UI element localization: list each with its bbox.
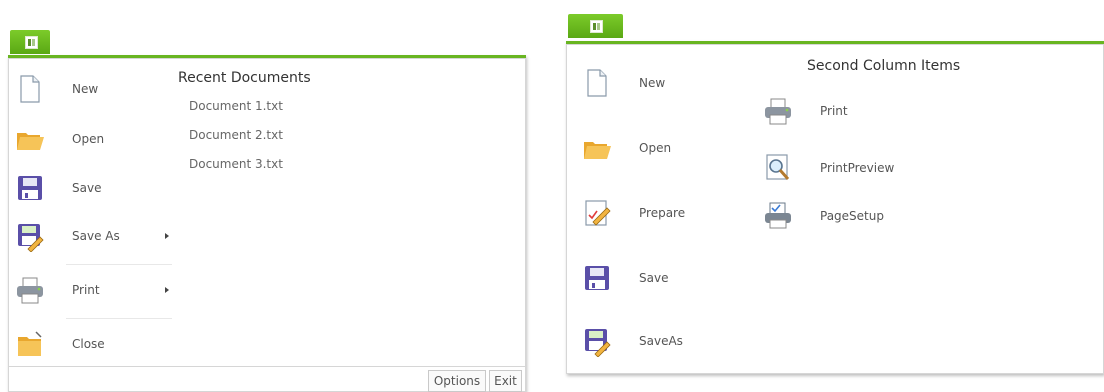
menu-item-open[interactable]: Open — [581, 131, 671, 165]
menu-item-new[interactable]: New — [14, 72, 98, 106]
application-menu-icon — [590, 20, 603, 33]
new-document-icon — [14, 73, 46, 105]
menu-item-print[interactable]: Print — [14, 273, 174, 307]
application-menu-panel: New Open Prepare Save SaveAs Second Colu… — [566, 41, 1104, 374]
chevron-right-icon — [165, 233, 169, 239]
new-document-icon — [581, 67, 613, 99]
menu-footer-divider — [9, 366, 525, 367]
menu-item-close[interactable]: Close — [14, 327, 105, 361]
menu-item-prepare[interactable]: Prepare — [581, 196, 685, 230]
menu-separator — [66, 318, 172, 319]
recent-document-item[interactable]: Document 3.txt — [189, 157, 283, 171]
menu-item-label: PrintPreview — [820, 161, 895, 175]
menu-item-print[interactable]: Print — [762, 94, 848, 128]
menu-item-label: New — [72, 82, 99, 96]
menu-separator — [66, 264, 172, 265]
menu-item-save-as[interactable]: Save As — [14, 219, 174, 253]
menu-item-save-as[interactable]: SaveAs — [581, 324, 683, 358]
menu-item-label: Save — [72, 181, 102, 195]
menu-item-new[interactable]: New — [581, 66, 665, 100]
menu-item-open[interactable]: Open — [14, 122, 104, 156]
menu-item-label: Close — [72, 337, 105, 351]
application-menu-button[interactable] — [10, 30, 50, 54]
menu-item-label: SaveAs — [639, 334, 683, 348]
save-icon — [14, 172, 46, 204]
close-folder-icon — [14, 328, 46, 360]
menu-item-label: Open — [72, 132, 105, 146]
application-menu-icon — [25, 36, 38, 49]
menu-item-label: Save As — [72, 229, 120, 243]
recent-documents-title: Recent Documents — [178, 70, 311, 86]
recent-document-item[interactable]: Document 1.txt — [189, 99, 283, 113]
open-folder-icon — [581, 132, 613, 164]
chevron-right-icon — [165, 287, 169, 293]
save-as-icon — [14, 220, 46, 253]
prepare-icon — [581, 197, 613, 229]
application-menu-button[interactable] — [568, 14, 623, 38]
open-folder-icon — [14, 123, 46, 155]
recent-document-item[interactable]: Document 2.txt — [189, 128, 283, 142]
options-button[interactable]: Options — [428, 370, 486, 392]
second-column-title: Second Column Items — [807, 58, 961, 74]
menu-item-page-setup[interactable]: PageSetup — [762, 199, 884, 233]
page-setup-icon — [762, 200, 794, 232]
exit-button[interactable]: Exit — [489, 370, 522, 392]
printer-icon — [762, 95, 794, 127]
save-icon — [581, 262, 613, 294]
application-menu-panel: New Open Save Save As Print Close Recent — [8, 55, 526, 392]
save-as-icon — [581, 325, 613, 358]
menu-item-print-preview[interactable]: PrintPreview — [762, 151, 894, 185]
menu-item-label: Save — [639, 271, 669, 285]
menu-item-save[interactable]: Save — [581, 261, 668, 295]
menu-item-label: Prepare — [639, 206, 686, 220]
print-preview-icon — [762, 152, 794, 184]
print-icon — [14, 274, 46, 306]
menu-item-label: Print — [820, 104, 848, 118]
menu-item-label: PageSetup — [820, 209, 884, 223]
menu-item-label: Print — [72, 283, 100, 297]
menu-item-label: New — [639, 76, 666, 90]
menu-item-label: Open — [639, 141, 672, 155]
menu-item-save[interactable]: Save — [14, 171, 101, 205]
